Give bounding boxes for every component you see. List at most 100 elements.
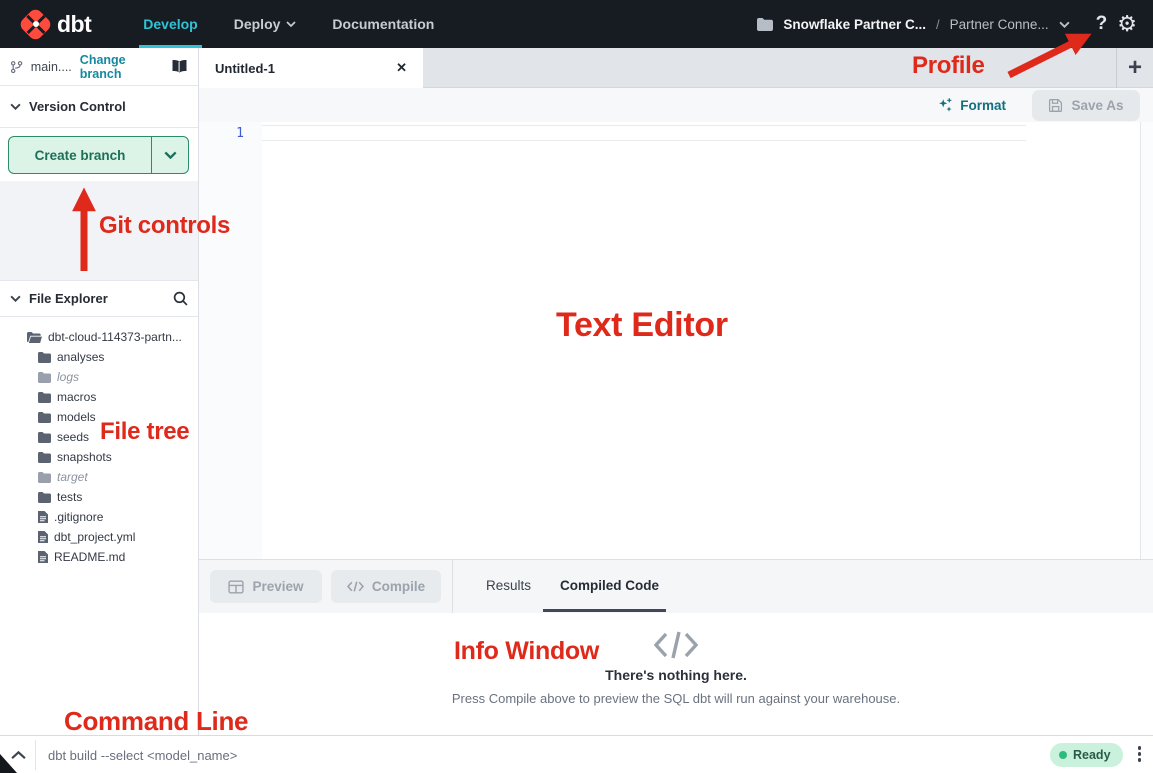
tree-item--gitignore[interactable]: .gitignore [0,507,198,527]
status-label: Ready [1073,748,1111,762]
sparkle-icon [937,97,953,113]
docs-book-icon[interactable] [171,60,188,73]
brand-name: dbt [57,11,91,38]
empty-state-title: There's nothing here. [605,667,747,683]
line-number: 1 [199,126,244,141]
editor-tab-bar: Untitled-1 ✕ + [199,48,1153,88]
tree-item-label: target [57,470,88,484]
nav-item-documentation[interactable]: Documentation [314,0,452,48]
nav-item-develop[interactable]: Develop [125,0,215,48]
version-control-header[interactable]: Version Control [0,86,198,128]
tree-item-seeds[interactable]: seeds [0,427,198,447]
tree-item-dbt-project-yml[interactable]: dbt_project.yml [0,527,198,547]
dbt-logo[interactable]: dbt [22,11,91,38]
tree-item-label: README.md [54,550,125,564]
project-name[interactable]: Partner Conne... [950,17,1049,32]
chevron-up-icon[interactable] [11,747,26,765]
nav-items: Develop Deploy Documentation [125,0,452,48]
table-icon [228,580,244,594]
format-label: Format [960,98,1006,113]
nav-item-deploy[interactable]: Deploy [216,0,315,48]
tree-item-analyses[interactable]: analyses [0,347,198,367]
save-as-label: Save As [1071,98,1123,113]
active-tab-underline [543,609,666,612]
tree-item-label: dbt-cloud-114373-partn... [48,330,182,344]
tree-item-logs[interactable]: logs [0,367,198,387]
tree-item-label: .gitignore [54,510,103,524]
breadcrumb-separator: / [936,17,940,32]
kebab-menu-icon[interactable] [1136,744,1144,764]
format-button[interactable]: Format [937,88,1006,122]
tree-item-readme-md[interactable]: README.md [0,547,198,567]
chevron-down-icon[interactable] [1059,21,1070,28]
tree-item-label: seeds [57,430,89,444]
save-icon [1048,98,1063,113]
editor-scrollbar[interactable] [1140,122,1153,559]
tree-item-tests[interactable]: tests [0,487,198,507]
status-dot-icon [1059,751,1067,759]
tab-untitled-1[interactable]: Untitled-1 ✕ [199,48,423,88]
tab-compiled-code[interactable]: Compiled Code [560,578,659,593]
tree-item-snapshots[interactable]: snapshots [0,447,198,467]
tree-item-macros[interactable]: macros [0,387,198,407]
line-number-gutter: 1 [199,122,262,559]
tree-item-label: analyses [57,350,104,364]
command-input[interactable] [48,741,988,769]
tab-close-icon[interactable]: ✕ [396,60,407,76]
preview-label: Preview [252,579,303,594]
current-line-highlight[interactable] [262,125,1026,141]
status-badge: Ready [1050,743,1123,767]
version-control-body [0,181,198,280]
file-explorer-title: File Explorer [29,291,108,306]
tree-item-models[interactable]: models [0,407,198,427]
sidebar: main.... Change branch Version Control C… [0,48,199,735]
project-account[interactable]: Snowflake Partner C... [783,17,926,32]
tree-item-target[interactable]: target [0,467,198,487]
save-as-button[interactable]: Save As [1032,90,1140,121]
file-icon [38,511,48,523]
preview-button[interactable]: Preview [210,570,322,603]
folder-icon [38,492,51,503]
settings-gear-icon[interactable]: ⚙ [1117,13,1137,35]
folder-icon [38,452,51,463]
folder-icon [38,472,51,483]
chevron-down-icon [286,21,296,27]
search-icon[interactable] [173,291,188,306]
command-bar: Ready [0,735,1153,773]
create-branch-dropdown[interactable] [151,137,188,173]
results-panel-header: Preview Compile Results Compiled Code [199,560,1153,613]
tree-item-dbt-cloud-114373-partn-[interactable]: dbt-cloud-114373-partn... [0,327,198,347]
change-branch-link[interactable]: Change branch [80,53,163,81]
folder-icon [38,352,51,363]
code-icon [347,580,364,593]
nav-right: Snowflake Partner C... / Partner Conne..… [757,0,1137,48]
folder-icon [757,18,773,31]
current-branch-name: main.... [31,60,72,74]
version-control-title: Version Control [29,99,126,114]
tree-item-label: dbt_project.yml [54,530,135,544]
branch-row: main.... Change branch [0,48,198,86]
code-slash-icon [653,629,699,661]
file-icon [38,531,48,543]
help-icon[interactable]: ? [1096,13,1108,35]
chevron-down-icon [10,103,21,110]
editor-toolbar: Format Save As [199,88,1153,122]
command-bar-divider [35,740,36,770]
create-branch-button[interactable]: Create branch [8,136,189,174]
dbt-logo-icon [22,11,49,38]
folder-icon [38,412,51,423]
text-editor[interactable]: 1 [199,122,1153,560]
tree-item-label: snapshots [57,450,112,464]
tab-results[interactable]: Results [486,578,531,593]
file-explorer-header[interactable]: File Explorer [0,280,198,317]
tree-item-label: tests [57,490,82,504]
tree-item-label: models [57,410,96,424]
compile-button[interactable]: Compile [331,570,441,603]
top-nav: dbt Develop Deploy Documentation Snowfla… [0,0,1153,48]
new-tab-button[interactable]: + [1116,48,1153,88]
tree-item-label: macros [57,390,96,404]
chevron-down-icon [164,151,177,159]
folder-icon [38,432,51,443]
info-window: There's nothing here. Press Compile abov… [199,613,1153,735]
compile-label: Compile [372,579,425,594]
